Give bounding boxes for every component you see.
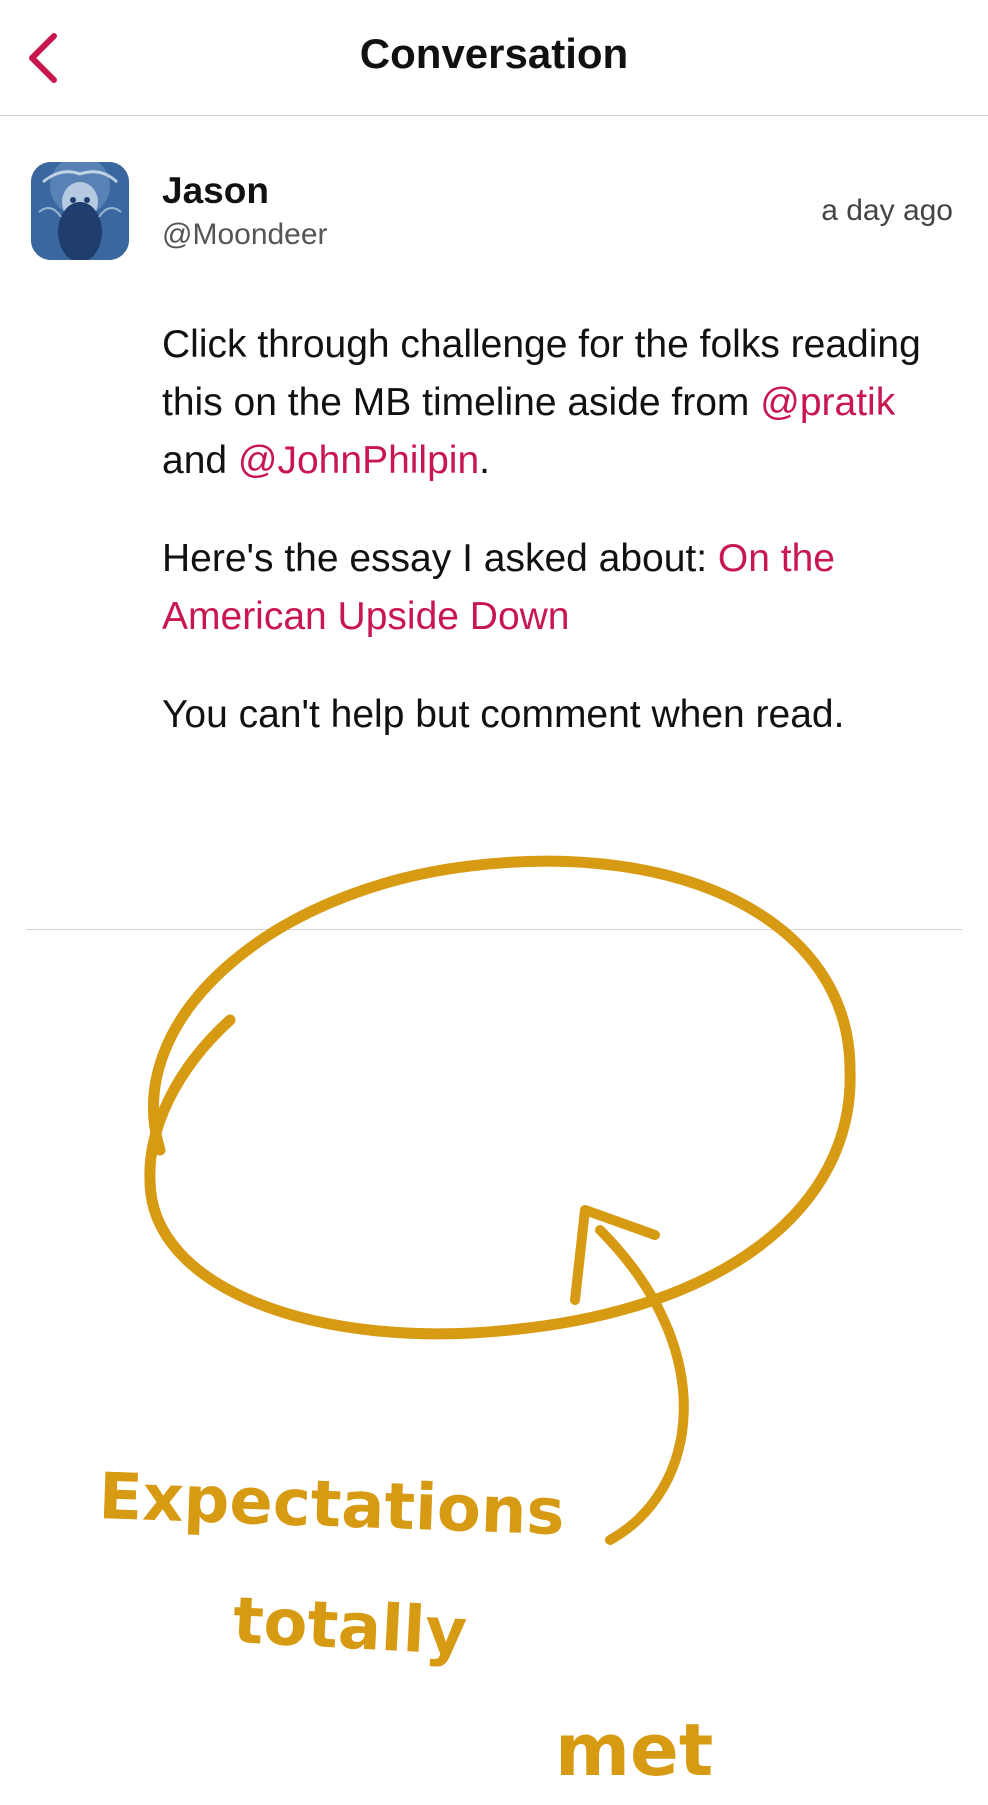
author-name[interactable]: Jason — [162, 170, 269, 212]
post-paragraph: You can't help but comment when read. — [162, 686, 962, 744]
paragraph-text: Here's the essay I asked about: — [162, 537, 718, 580]
post-timestamp: a day ago — [821, 194, 953, 227]
annotation-line-2: totally — [231, 1584, 468, 1670]
drawn-circle — [144, 855, 856, 1340]
post-paragraph: Here's the essay I asked about: On the A… — [162, 530, 962, 646]
post-paragraph: Click through challenge for the folks re… — [162, 316, 962, 490]
avatar[interactable] — [31, 162, 129, 260]
paragraph-text: . — [479, 439, 490, 482]
annotation-drawing: Expectations totally met — [0, 830, 988, 1800]
paragraph-text: You can't help but comment when read. — [162, 693, 845, 736]
nav-bar: Conversation — [0, 0, 988, 116]
post-body: Click through challenge for the folks re… — [162, 316, 962, 784]
mention-link-johnphilpin[interactable]: @JohnPhilpin — [238, 439, 479, 482]
mention-link-pratik[interactable]: @pratik — [760, 381, 895, 424]
drawn-arrow — [595, 1225, 689, 1545]
paragraph-text: and — [162, 439, 238, 482]
page-title: Conversation — [359, 30, 629, 77]
annotation-line-3: met — [555, 1708, 713, 1792]
annotation-line-1: Expectations — [97, 1460, 565, 1550]
author-handle[interactable]: @Moondeer — [162, 218, 328, 252]
